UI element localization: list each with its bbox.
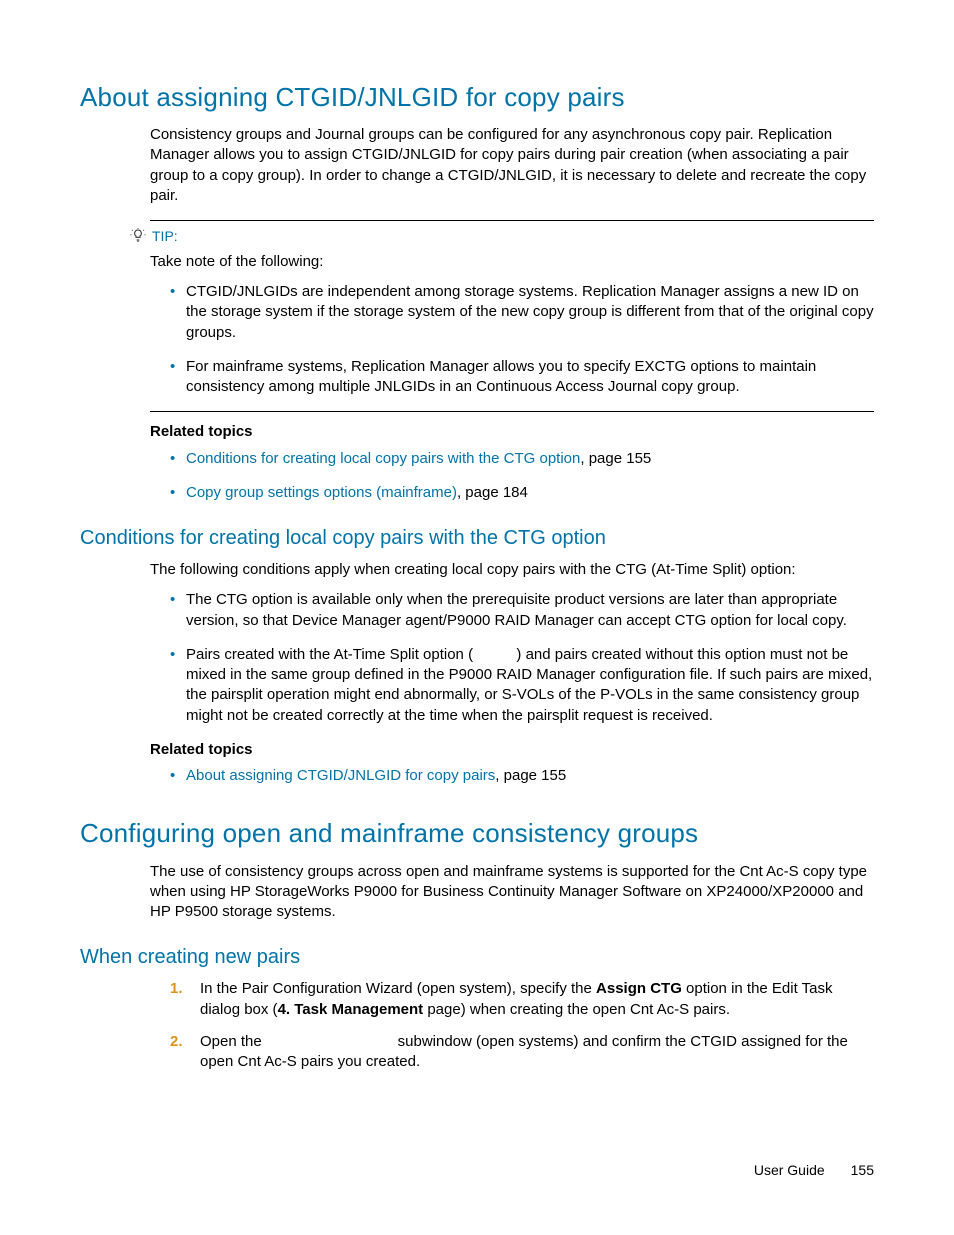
list-item: The CTG option is available only when th…: [170, 590, 874, 631]
heading-conditions-ctg: Conditions for creating local copy pairs…: [80, 525, 874, 552]
text: Pairs created with the At-Time Split opt…: [186, 646, 473, 663]
page-footer: User Guide 155: [754, 1161, 874, 1180]
heading-about-assigning: About assigning CTGID/JNLGID for copy pa…: [80, 80, 874, 115]
footer-label: User Guide: [754, 1162, 825, 1178]
paragraph: Consistency groups and Journal groups ca…: [150, 125, 874, 206]
list-item: Conditions for creating local copy pairs…: [170, 449, 874, 469]
link-copy-group-settings[interactable]: Copy group settings options (mainframe): [186, 484, 457, 501]
bold-text: Assign CTG: [596, 980, 682, 997]
page-ref: , page 155: [580, 450, 651, 467]
link-conditions-ctg[interactable]: Conditions for creating local copy pairs…: [186, 450, 580, 467]
list-item: Pairs created with the At-Time Split opt…: [170, 645, 874, 726]
text: subwindow (open systems) and confirm the…: [200, 1033, 848, 1070]
paragraph: The following conditions apply when crea…: [150, 560, 874, 580]
tip-box: TIP: Take note of the following: CTGID/J…: [150, 220, 874, 412]
text: In the Pair Configuration Wizard (open s…: [200, 980, 596, 997]
tip-icon: [130, 228, 146, 246]
list-item: About assigning CTGID/JNLGID for copy pa…: [170, 766, 874, 786]
bold-text: 4. Task Management: [278, 1001, 424, 1018]
text: Open the: [200, 1033, 266, 1050]
page-ref: , page 184: [457, 484, 528, 501]
heading-when-creating: When creating new pairs: [80, 944, 874, 971]
divider: [150, 411, 874, 412]
related-topics-heading: Related topics: [150, 422, 874, 442]
heading-configuring-groups: Configuring open and mainframe consisten…: [80, 816, 874, 851]
page-ref: , page 155: [495, 767, 566, 784]
text: page) when creating the open Cnt Ac-S pa…: [423, 1001, 730, 1018]
paragraph: The use of consistency groups across ope…: [150, 862, 874, 923]
page-number: 155: [851, 1162, 874, 1178]
list-item: CTGID/JNLGIDs are independent among stor…: [170, 282, 874, 343]
link-about-assigning[interactable]: About assigning CTGID/JNLGID for copy pa…: [186, 767, 495, 784]
step-item: Open the Pair Configurations subwindow (…: [170, 1032, 874, 1073]
list-item: Copy group settings options (mainframe),…: [170, 483, 874, 503]
divider: [150, 220, 874, 221]
step-item: In the Pair Configuration Wizard (open s…: [170, 979, 874, 1020]
related-topics-heading: Related topics: [150, 740, 874, 760]
tip-label: TIP:: [152, 227, 178, 246]
list-item: For mainframe systems, Replication Manag…: [170, 357, 874, 398]
tip-intro: Take note of the following:: [150, 252, 874, 272]
